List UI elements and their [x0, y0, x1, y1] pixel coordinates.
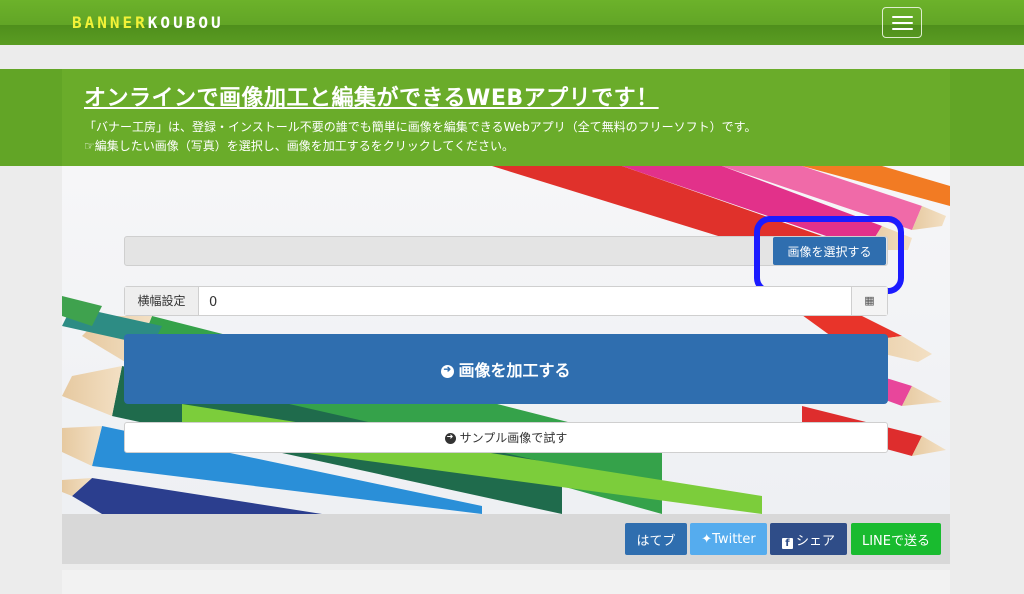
facebook-label: シェア: [795, 533, 835, 549]
line-share-button[interactable]: LINEで送る: [851, 523, 941, 555]
hero-description-2: ☞編集したい画像（写真）を選択し、画像を加工するをクリックしてください。: [84, 139, 515, 153]
footer-strip: [62, 570, 950, 594]
page-headline[interactable]: オンラインで画像加工と編集ができるWEBアプリです！: [84, 80, 659, 112]
hatena-bookmark-button[interactable]: はてブ: [625, 523, 687, 555]
top-navbar: BANNERKOUBOU: [0, 0, 1024, 45]
process-image-button[interactable]: 画像を加工する: [124, 334, 888, 404]
calculator-icon: ▦: [851, 287, 887, 315]
logo-koubou-text: KOUBOU: [147, 13, 224, 32]
try-sample-label: サンプル画像で試す: [459, 431, 568, 445]
facebook-share-button[interactable]: f シェア: [770, 523, 847, 555]
logo-banner-text: BANNER: [72, 13, 148, 32]
width-setting-label: 横幅設定: [125, 287, 199, 315]
circle-arrow-right-icon: [444, 432, 456, 444]
width-input[interactable]: [209, 293, 809, 311]
twitter-share-button[interactable]: ✦Twitter: [690, 523, 767, 555]
menu-toggle-button[interactable]: [882, 7, 922, 38]
select-image-button[interactable]: 画像を選択する: [773, 237, 886, 265]
circle-arrow-right-icon: [441, 364, 455, 378]
process-image-label: 画像を加工する: [458, 363, 571, 380]
hero-description-1: 「バナー工房」は、登録・インストール不要の誰でも簡単に画像を編集できるWebアプ…: [84, 120, 757, 134]
width-setting-group: 横幅設定 ▦: [124, 286, 888, 316]
twitter-label: Twitter: [712, 531, 756, 547]
facebook-icon: f: [781, 537, 793, 549]
twitter-bird-icon: ✦: [701, 531, 713, 547]
site-logo[interactable]: BANNERKOUBOU: [72, 13, 224, 32]
try-sample-button[interactable]: サンプル画像で試す: [124, 422, 888, 453]
